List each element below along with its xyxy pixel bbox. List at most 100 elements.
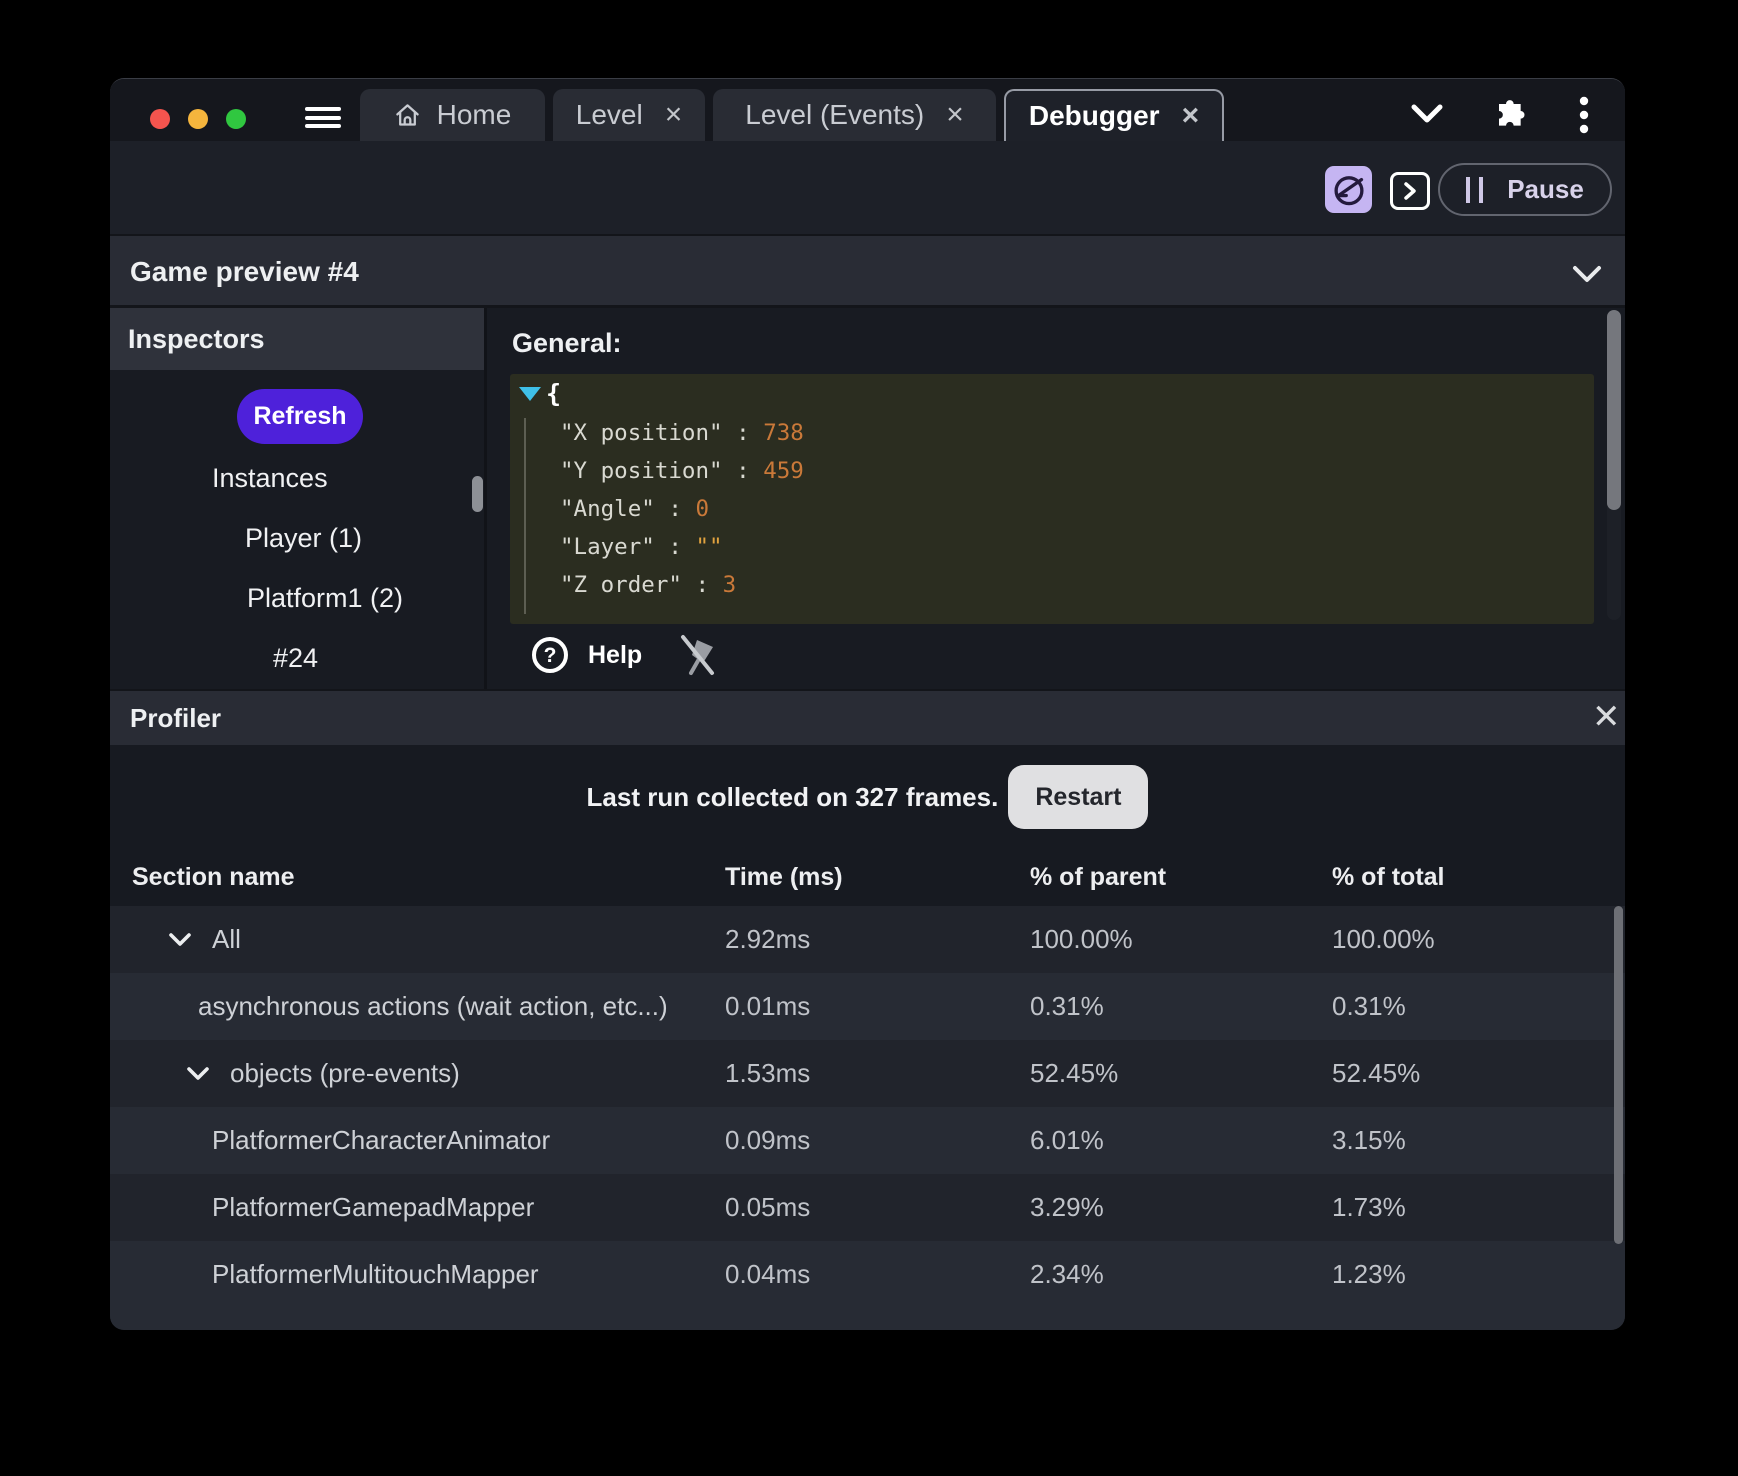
help-icon[interactable]: ? <box>530 635 570 675</box>
panel-scrollbar-track[interactable] <box>1607 310 1621 620</box>
tab-label: Debugger <box>1029 100 1160 132</box>
tab-level-events[interactable]: Level (Events) × <box>713 89 996 141</box>
profiler-title: Profiler <box>130 691 221 745</box>
extensions-puzzle-icon[interactable] <box>1489 94 1529 134</box>
instance-tree-item[interactable]: Instances <box>110 448 484 508</box>
close-profiler-icon[interactable]: ✕ <box>1592 691 1621 743</box>
tab-strip: Home Level × Level (Events) × Debugger × <box>360 89 1224 141</box>
tab-label: Home <box>437 99 512 131</box>
time-value: 2.92ms <box>725 906 1030 973</box>
percent-of-parent-value: 100.00% <box>1030 906 1332 973</box>
json-open-brace: { <box>546 374 561 414</box>
json-key: "Layer" <box>560 534 655 560</box>
table-scrollbar-thumb[interactable] <box>1614 906 1623 1244</box>
profiler-header: Profiler ✕ <box>110 689 1625 745</box>
svg-text:?: ? <box>544 644 557 667</box>
percent-of-parent-value: 0.31% <box>1030 973 1332 1040</box>
collapse-triangle-icon[interactable] <box>518 386 542 402</box>
indent-guide-line <box>524 418 526 614</box>
chevron-down-icon[interactable] <box>1408 101 1446 127</box>
chevron-down-icon[interactable] <box>186 1066 210 1081</box>
json-value: 0 <box>695 496 709 522</box>
section-name: PlatformerCharacterAnimator <box>212 1107 550 1174</box>
percent-of-parent-value: 2.34% <box>1030 1241 1332 1308</box>
panel-scrollbar-thumb[interactable] <box>1607 310 1621 510</box>
percent-of-parent-value: 6.01% <box>1030 1107 1332 1174</box>
instances-tree: Instances Player (1) Platform1 (2) #24 <box>110 448 484 688</box>
tab-debugger[interactable]: Debugger × <box>1004 89 1224 141</box>
profiler-row[interactable]: PlatformerGamepadMapper 0.05ms 3.29% 1.7… <box>110 1174 1625 1241</box>
inspectors-panel-title: Inspectors <box>110 308 484 370</box>
tab-home[interactable]: Home <box>360 89 545 141</box>
json-property-line: "Z order" : 3 <box>560 566 804 604</box>
column-header-percent-total: % of total <box>1332 849 1625 906</box>
close-tab-icon[interactable]: × <box>946 100 964 130</box>
column-header-section-name: Section name <box>110 849 725 906</box>
game-preview-header[interactable]: Game preview #4 <box>110 234 1625 308</box>
game-preview-title: Game preview #4 <box>130 236 359 307</box>
debugger-content: Inspectors Refresh Instances Player (1) … <box>110 308 1625 689</box>
hamburger-menu-icon[interactable] <box>305 107 341 129</box>
tab-label: Level <box>576 99 643 131</box>
json-value: 738 <box>763 420 804 446</box>
section-name: PlatformerGamepadMapper <box>212 1174 534 1241</box>
profiler-row[interactable]: PlatformerCharacterAnimator 0.09ms 6.01%… <box>110 1107 1625 1174</box>
tab-bar: Home Level × Level (Events) × Debugger × <box>110 79 1625 141</box>
gauge-icon <box>1331 172 1367 208</box>
inspectors-panel: Inspectors Refresh Instances Player (1) … <box>110 308 487 689</box>
restart-button[interactable]: Restart <box>1008 765 1148 829</box>
profiler-row[interactable]: PlatformerMultitouchMapper 0.04ms 2.34% … <box>110 1241 1625 1308</box>
close-tab-icon[interactable]: × <box>1182 101 1200 131</box>
json-property-line: "Y position" : 459 <box>560 452 804 490</box>
pause-button[interactable]: Pause <box>1438 163 1612 216</box>
pause-icon <box>1466 177 1483 203</box>
percent-of-parent-value: 52.45% <box>1030 1040 1332 1107</box>
json-property-line: "Angle" : 0 <box>560 490 804 528</box>
chevron-down-icon[interactable] <box>1570 264 1604 284</box>
percent-of-total-value: 1.73% <box>1332 1174 1625 1241</box>
kebab-menu-icon[interactable] <box>1578 94 1590 136</box>
section-name: All <box>212 906 241 973</box>
column-header-percent-parent: % of parent <box>1030 849 1332 906</box>
json-value: 3 <box>723 572 737 598</box>
column-header-time: Time (ms) <box>725 849 1030 906</box>
traffic-light-zoom[interactable] <box>226 109 246 129</box>
tab-label: Level (Events) <box>745 99 924 131</box>
time-value: 0.01ms <box>725 973 1030 1040</box>
chevron-right-icon <box>1402 181 1418 201</box>
profiler-row[interactable]: asynchronous actions (wait action, etc..… <box>110 973 1625 1040</box>
section-name: objects (pre-events) <box>230 1040 460 1107</box>
profiler-table-rows: All 2.92ms 100.00% 100.00% asynchronous … <box>110 906 1625 1308</box>
app-window: Home Level × Level (Events) × Debugger × <box>110 78 1625 1330</box>
tab-level[interactable]: Level × <box>553 89 705 141</box>
table-filler <box>110 1308 1625 1330</box>
help-label[interactable]: Help <box>588 641 642 670</box>
console-button[interactable] <box>1390 172 1430 210</box>
time-value: 0.05ms <box>725 1174 1030 1241</box>
chevron-down-icon[interactable] <box>168 932 192 947</box>
inspectors-scrollbar-thumb[interactable] <box>472 476 483 512</box>
instance-tree-item[interactable]: Platform1 (2) <box>110 568 484 628</box>
refresh-button[interactable]: Refresh <box>237 389 363 444</box>
help-row: ? Help <box>530 633 718 677</box>
section-name: PlatformerMultitouchMapper <box>212 1241 539 1308</box>
profiler-status-row: Last run collected on 327 frames. Restar… <box>110 765 1625 829</box>
json-value: 459 <box>763 458 804 484</box>
general-panel: General: { "X position" : 738 "Y positio… <box>490 308 1625 689</box>
profiler-status-text: Last run collected on 327 frames. <box>587 782 999 813</box>
profiler-row[interactable]: objects (pre-events) 1.53ms 52.45% 52.45… <box>110 1040 1625 1107</box>
profiler-gauge-button[interactable] <box>1325 166 1372 213</box>
json-value: "" <box>695 534 722 560</box>
traffic-light-close[interactable] <box>150 109 170 129</box>
json-property-line: "X position" : 738 <box>560 414 804 452</box>
time-value: 0.09ms <box>725 1107 1030 1174</box>
json-lines: "X position" : 738 "Y position" : 459 "A… <box>560 414 804 604</box>
json-key: "Z order" <box>560 572 682 598</box>
instance-tree-item[interactable]: #24 <box>110 628 484 688</box>
instance-tree-item[interactable]: Player (1) <box>110 508 484 568</box>
profiler-row[interactable]: All 2.92ms 100.00% 100.00% <box>110 906 1625 973</box>
inspector-json-view: { "X position" : 738 "Y position" : 459 … <box>510 374 1594 624</box>
pin-off-icon[interactable] <box>678 633 718 677</box>
close-tab-icon[interactable]: × <box>665 100 683 130</box>
traffic-light-minimize[interactable] <box>188 109 208 129</box>
